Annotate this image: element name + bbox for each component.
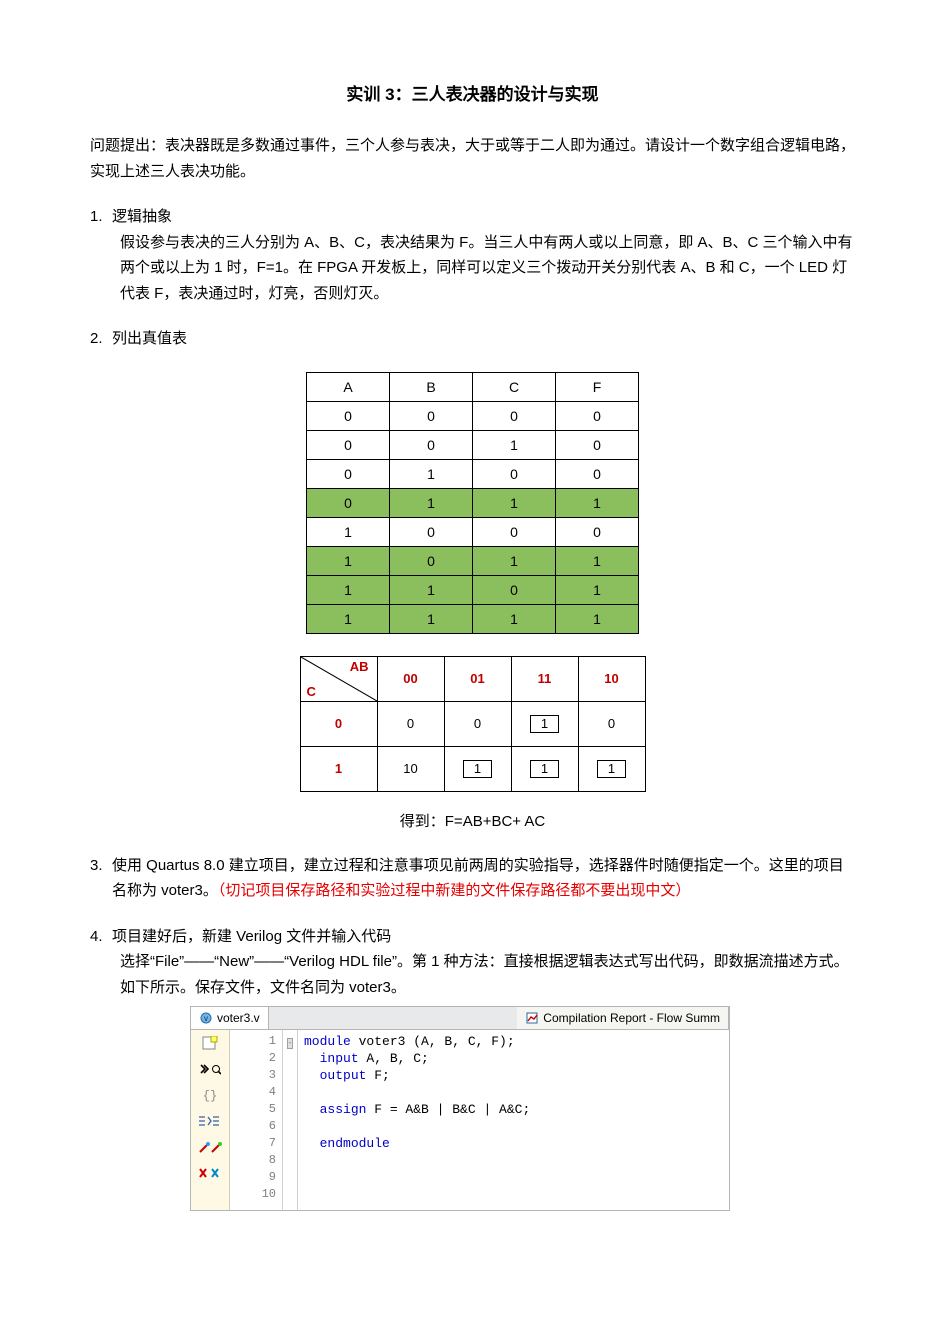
toolbar-find-icon[interactable] [196, 1060, 224, 1078]
k-map-cell: 10 [377, 746, 444, 791]
truth-col-B: B [390, 372, 473, 401]
truth-row: 0000 [307, 401, 639, 430]
section-2-heading: 列出真值表 [112, 326, 187, 352]
k-map-col: 11 [511, 656, 578, 701]
fold-minus-icon[interactable]: - [287, 1038, 294, 1049]
editor-tab-report-label: Compilation Report - Flow Summ [543, 1011, 720, 1025]
section-4-number: 4. [90, 924, 112, 950]
editor-gutter: 1 2 3 4 5 6 7 8 9 10 [230, 1030, 283, 1210]
section-1-heading: 逻辑抽象 [112, 204, 172, 230]
section-3-number: 3. [90, 853, 112, 904]
k-map-c-label: C [307, 684, 316, 699]
k-map-row: 1 [300, 746, 377, 791]
verilog-file-icon: v [199, 1011, 213, 1025]
editor-body: {} 1 2 3 4 5 6 7 8 9 10 - module vo [190, 1030, 730, 1211]
section-1-number: 1. [90, 204, 112, 230]
section-2-number: 2. [90, 326, 112, 352]
k-map-row: 0 [300, 701, 377, 746]
section-2: 2. 列出真值表 [90, 326, 855, 352]
k-map-cell: 1 [511, 746, 578, 791]
editor-fold-column: - [283, 1030, 298, 1210]
section-4: 4. 项目建好后，新建 Verilog 文件并输入代码 选择“File”——“N… [90, 924, 855, 1001]
toolbar-braces-icon[interactable]: {} [196, 1086, 224, 1104]
toolbar-new-icon[interactable] [196, 1034, 224, 1052]
editor-tabbar: v voter3.v Compilation Report - Flow Sum… [190, 1006, 730, 1030]
k-map: AB C 00 01 11 10 0 0 0 1 0 1 10 1 1 1 [300, 656, 646, 792]
truth-col-A: A [307, 372, 390, 401]
k-map-col: 00 [377, 656, 444, 701]
k-map-cell: 1 [511, 701, 578, 746]
truth-table: A B C F 0000 0010 0100 0111 1000 1011 11… [306, 372, 639, 634]
k-map-col: 10 [578, 656, 645, 701]
svg-text:v: v [204, 1014, 208, 1023]
formula-label: 得到： [400, 813, 445, 830]
truth-row: 1000 [307, 517, 639, 546]
truth-row: 1011 [307, 546, 639, 575]
truth-col-C: C [473, 372, 556, 401]
k-map-cell: 0 [377, 701, 444, 746]
toolbar-wand-icon[interactable] [196, 1138, 224, 1156]
k-map-cell: 0 [444, 701, 511, 746]
svg-text:{}: {} [203, 1089, 217, 1102]
toolbar-x-icon[interactable] [196, 1164, 224, 1182]
truth-row: 0010 [307, 430, 639, 459]
section-4-line1: 项目建好后，新建 Verilog 文件并输入代码 [112, 924, 391, 950]
editor-toolbar: {} [191, 1030, 230, 1210]
k-map-ab-label: AB [350, 659, 369, 674]
k-map-cell: 1 [578, 746, 645, 791]
toolbar-indent-icon[interactable] [196, 1112, 224, 1130]
formula-value: F=AB+BC+ AC [445, 813, 545, 830]
truth-row: 1111 [307, 604, 639, 633]
page: 实训 3：三人表决器的设计与实现 问题提出：表决器既是多数通过事件，三个人参与表… [0, 0, 945, 1271]
section-1-body: 假设参与表决的三人分别为 A、B、C，表决结果为 F。当三人中有两人或以上同意，… [90, 230, 855, 307]
k-map-cell: 1 [444, 746, 511, 791]
section-4-line2: 选择“File”——“New”——“Verilog HDL file”。第 1 … [90, 949, 855, 1000]
k-map-cell: 0 [578, 701, 645, 746]
truth-row: 0100 [307, 459, 639, 488]
editor-tab-report[interactable]: Compilation Report - Flow Summ [517, 1007, 729, 1029]
k-map-corner: AB C [300, 656, 377, 701]
truth-table-header-row: A B C F [307, 372, 639, 401]
section-3: 3. 使用 Quartus 8.0 建立项目，建立过程和注意事项见前两周的实验指… [90, 853, 855, 904]
truth-row: 1101 [307, 575, 639, 604]
truth-row: 0111 [307, 488, 639, 517]
section-1: 1. 逻辑抽象 假设参与表决的三人分别为 A、B、C，表决结果为 F。当三人中有… [90, 204, 855, 306]
page-title: 实训 3：三人表决器的设计与实现 [90, 80, 855, 105]
editor-tab-voter3[interactable]: v voter3.v [191, 1007, 269, 1029]
report-icon [525, 1011, 539, 1025]
section-3-body-b: （切记项目保存路径和实验过程中新建的文件保存路径都不要出现中文） [218, 882, 691, 899]
editor-code-area[interactable]: module voter3 (A, B, C, F); input A, B, … [298, 1030, 729, 1210]
intro-paragraph: 问题提出：表决器既是多数通过事件，三个人参与表决，大于或等于二人即为通过。请设计… [90, 133, 855, 184]
editor-tab-voter3-label: voter3.v [217, 1011, 260, 1025]
formula-line: 得到：F=AB+BC+ AC [90, 810, 855, 831]
code-editor-screenshot: v voter3.v Compilation Report - Flow Sum… [190, 1006, 730, 1211]
k-map-col: 01 [444, 656, 511, 701]
truth-col-F: F [556, 372, 639, 401]
